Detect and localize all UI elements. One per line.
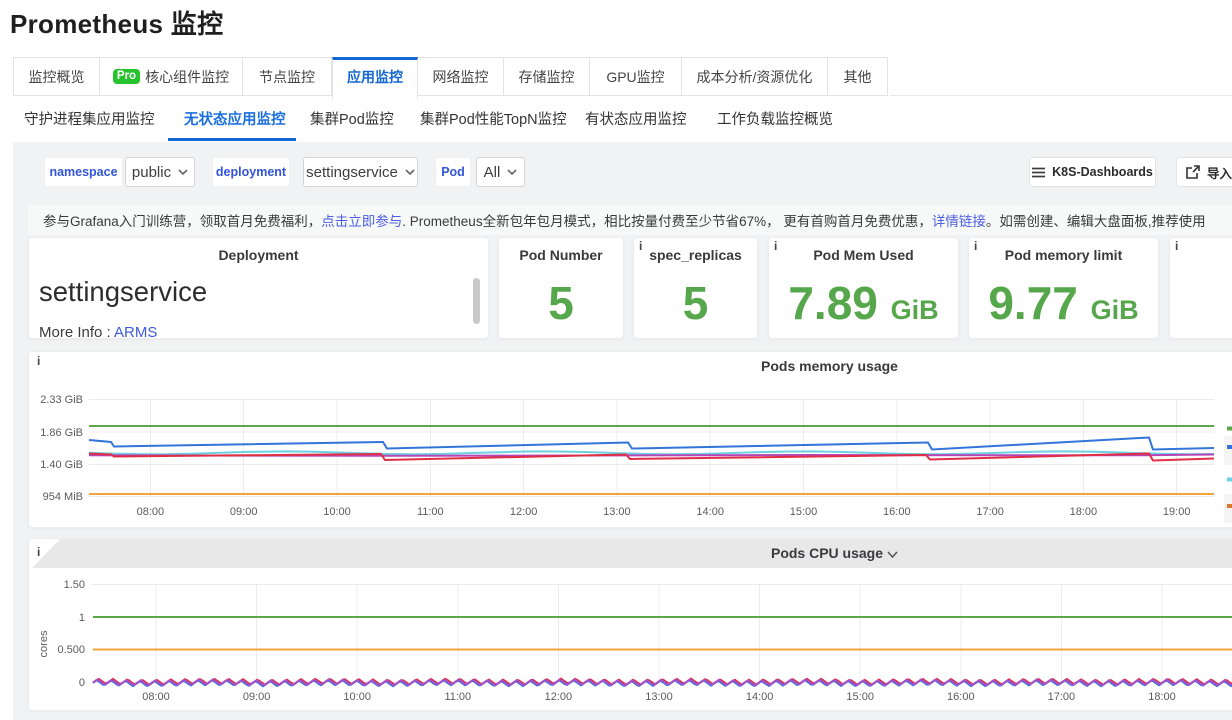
svg-text:1: 1 xyxy=(79,612,85,624)
svg-text:1.40 GiB: 1.40 GiB xyxy=(40,459,83,471)
svg-text:12:00: 12:00 xyxy=(510,506,538,518)
svg-text:0.500: 0.500 xyxy=(57,644,85,656)
svg-text:0: 0 xyxy=(79,677,85,689)
svg-text:13:00: 13:00 xyxy=(603,506,631,518)
svg-text:10:00: 10:00 xyxy=(343,691,371,703)
svg-text:08:00: 08:00 xyxy=(142,691,170,703)
svg-text:11:00: 11:00 xyxy=(417,506,444,518)
svg-text:18:00: 18:00 xyxy=(1070,506,1098,518)
svg-text:1.86 GiB: 1.86 GiB xyxy=(40,427,83,439)
svg-text:08:00: 08:00 xyxy=(137,506,165,518)
svg-text:i: i xyxy=(37,545,40,559)
svg-text:15:00: 15:00 xyxy=(846,691,874,703)
svg-text:16:00: 16:00 xyxy=(883,506,911,518)
svg-text:16:00: 16:00 xyxy=(947,691,975,703)
svg-text:09:00: 09:00 xyxy=(230,506,258,518)
svg-text:11:00: 11:00 xyxy=(444,691,471,703)
svg-text:Pods CPU usage: Pods CPU usage xyxy=(771,545,883,561)
svg-text:17:00: 17:00 xyxy=(1048,691,1076,703)
svg-text:09:00: 09:00 xyxy=(243,691,271,703)
svg-text:18:00: 18:00 xyxy=(1148,691,1176,703)
svg-text:2.33 GiB: 2.33 GiB xyxy=(40,394,83,406)
svg-text:12:00: 12:00 xyxy=(545,691,573,703)
svg-text:954 MiB: 954 MiB xyxy=(43,491,83,503)
svg-text:1.50: 1.50 xyxy=(64,579,85,591)
svg-text:13:00: 13:00 xyxy=(645,691,673,703)
svg-text:10:00: 10:00 xyxy=(323,506,351,518)
svg-text:14:00: 14:00 xyxy=(746,691,774,703)
svg-text:15:00: 15:00 xyxy=(790,506,818,518)
svg-text:19:00: 19:00 xyxy=(1163,506,1191,518)
svg-text:cores: cores xyxy=(38,630,50,657)
svg-text:14:00: 14:00 xyxy=(696,506,724,518)
svg-text:17:00: 17:00 xyxy=(976,506,1004,518)
